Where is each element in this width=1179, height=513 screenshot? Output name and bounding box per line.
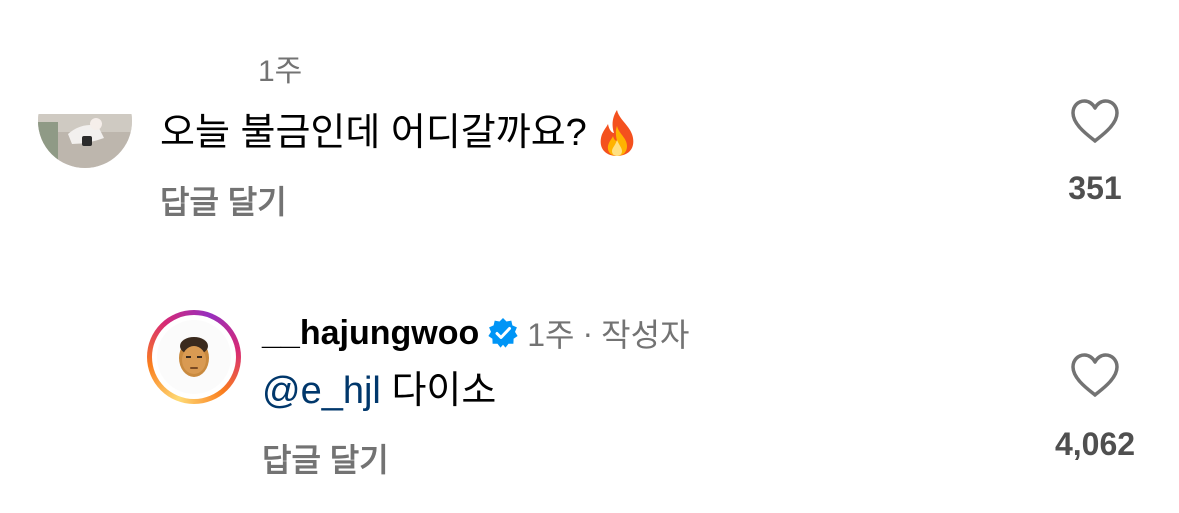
mention-link[interactable]: @e_hjl [262, 370, 381, 412]
comment-text: @e_hjl 다이소 [262, 366, 496, 416]
comment-body: 오늘 불금인데 어디갈까요? [160, 112, 587, 154]
comment-timestamp: 1주 [258, 55, 303, 88]
meta-separator: · [582, 314, 594, 351]
avatar-photo [38, 114, 132, 168]
comment-text: 오늘 불금인데 어디갈까요? [160, 108, 641, 158]
comment-body: 다이소 [391, 370, 497, 412]
reply-button[interactable]: 답글 달기 [160, 180, 287, 224]
comment-header: __hajungwoo 1주 · 작성자 [262, 308, 689, 358]
verified-badge-icon [487, 317, 519, 349]
reply-button[interactable]: 답글 달기 [262, 438, 389, 482]
like-count: 351 [1068, 170, 1122, 206]
comment-timestamp: 1주 [527, 317, 575, 353]
avatar[interactable] [147, 310, 241, 404]
face-sticker-image [157, 320, 231, 394]
avatar[interactable] [38, 114, 132, 168]
heart-icon[interactable] [1070, 352, 1120, 398]
like-count: 4,062 [1054, 426, 1136, 462]
fire-emoji [593, 108, 641, 158]
username-link[interactable]: __hajungwoo [262, 314, 479, 353]
author-badge: 작성자 [601, 317, 690, 353]
heart-icon[interactable] [1070, 98, 1120, 144]
